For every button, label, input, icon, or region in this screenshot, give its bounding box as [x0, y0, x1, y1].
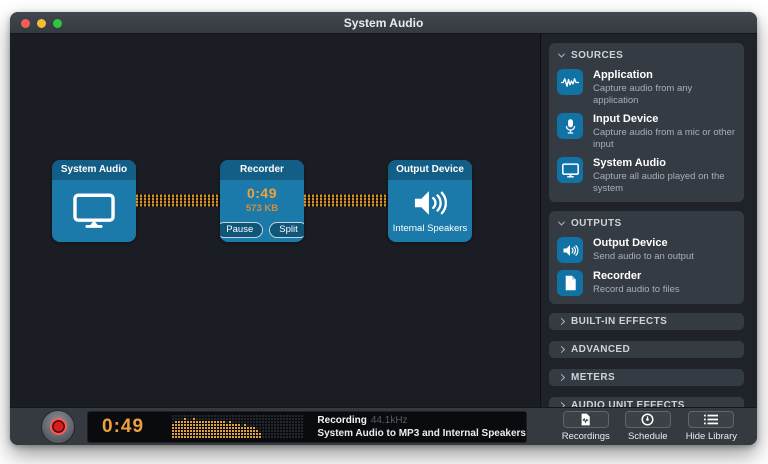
title-bar[interactable]: System Audio — [10, 12, 757, 34]
list-icon — [704, 414, 718, 425]
bottom-bar: 0:49 Recording 44.1kHz System Audio to MP… — [10, 407, 757, 445]
chevron-right-icon — [558, 318, 565, 325]
audio-connection-tape — [304, 194, 388, 207]
monitor-icon — [73, 193, 115, 229]
section-label: AUDIO UNIT EFFECTS — [571, 400, 685, 407]
chevron-right-icon — [558, 402, 565, 407]
sources-section: SOURCES Application Capture audio from a… — [549, 43, 744, 202]
item-title: Input Device — [593, 113, 736, 126]
pipeline-canvas[interactable]: System Audio Recorder 0:49 57 — [10, 34, 540, 407]
library-item-input-device[interactable]: Input Device Capture audio from a mic or… — [549, 110, 744, 154]
status-display: 0:49 Recording 44.1kHz System Audio to MP… — [87, 411, 527, 443]
recorder-block-title: Recorder — [220, 160, 304, 180]
recording-size: 573 KB — [246, 203, 278, 214]
library-item-output-device[interactable]: Output Device Send audio to an output — [549, 234, 744, 267]
pause-button[interactable]: Pause — [220, 222, 263, 238]
record-button[interactable] — [41, 410, 75, 444]
item-desc: Send audio to an output — [593, 251, 694, 263]
item-title: Output Device — [593, 237, 694, 250]
outputs-section: OUTPUTS Output Device Send audio to an — [549, 211, 744, 304]
source-block-title: System Audio — [52, 160, 136, 180]
section-meters[interactable]: METERS — [549, 369, 744, 386]
output-device-name: Internal Speakers — [393, 223, 467, 234]
recordings-action: Recordings — [562, 411, 610, 442]
recorder-block[interactable]: Recorder 0:49 573 KB Pause Split — [220, 160, 304, 242]
library-item-recorder[interactable]: Recorder Record audio to files — [549, 267, 744, 300]
item-title: Recorder — [593, 270, 680, 283]
recordings-icon — [580, 413, 591, 426]
output-block-title: Output Device — [388, 160, 472, 180]
hide-library-action: Hide Library — [686, 411, 737, 442]
split-button[interactable]: Split — [269, 222, 304, 238]
audio-connection-tape — [136, 194, 220, 207]
section-audio-unit-effects[interactable]: AUDIO UNIT EFFECTS — [549, 397, 744, 407]
section-label: METERS — [571, 372, 615, 383]
library-item-system-audio[interactable]: System Audio Capture all audio played on… — [549, 154, 744, 198]
status-label: Recording — [317, 415, 366, 426]
sources-section-header[interactable]: SOURCES — [549, 43, 744, 66]
item-desc: Capture audio from any application — [593, 83, 736, 106]
item-title: Application — [593, 69, 736, 82]
item-desc: Capture audio from a mic or other input — [593, 127, 736, 150]
schedule-label: Schedule — [628, 431, 668, 442]
chevron-down-icon — [558, 219, 565, 226]
sample-rate: 44.1kHz — [371, 415, 408, 426]
speaker-icon — [557, 237, 583, 263]
audio-level-meter — [172, 415, 303, 438]
monitor-icon — [557, 157, 583, 183]
chevron-down-icon — [558, 51, 565, 58]
record-icon — [50, 418, 67, 435]
library-sidebar: SOURCES Application Capture audio from a… — [540, 34, 757, 407]
item-desc: Capture all audio played on the system — [593, 171, 736, 194]
hide-library-label: Hide Library — [686, 431, 737, 442]
chevron-right-icon — [558, 374, 565, 381]
outputs-section-header[interactable]: OUTPUTS — [549, 211, 744, 234]
section-label: ADVANCED — [571, 344, 630, 355]
clock-icon — [641, 413, 654, 426]
recordings-label: Recordings — [562, 431, 610, 442]
recording-time: 0:49 — [247, 185, 277, 201]
schedule-action: Schedule — [625, 411, 671, 442]
sources-section-label: SOURCES — [571, 50, 623, 61]
section-label: BUILT-IN EFFECTS — [571, 316, 667, 327]
section-built-in-effects[interactable]: BUILT-IN EFFECTS — [549, 313, 744, 330]
source-block-system-audio[interactable]: System Audio — [52, 160, 136, 242]
speaker-icon — [411, 189, 449, 217]
waveform-icon — [557, 69, 583, 95]
library-item-application[interactable]: Application Capture audio from any appli… — [549, 66, 744, 110]
section-advanced[interactable]: ADVANCED — [549, 341, 744, 358]
output-block-device[interactable]: Output Device Internal Speakers — [388, 160, 472, 242]
outputs-section-label: OUTPUTS — [571, 218, 622, 229]
window-title: System Audio — [10, 12, 757, 34]
app-window: System Audio System Audio — [10, 12, 757, 445]
microphone-icon — [557, 113, 583, 139]
item-desc: Record audio to files — [593, 284, 680, 296]
recordings-button[interactable] — [563, 411, 609, 428]
chevron-right-icon — [558, 346, 565, 353]
document-icon — [557, 270, 583, 296]
item-title: System Audio — [593, 157, 736, 170]
schedule-button[interactable] — [625, 411, 671, 428]
hide-library-button[interactable] — [688, 411, 734, 428]
pipeline-summary: System Audio to MP3 and Internal Speaker… — [317, 427, 526, 440]
session-timer: 0:49 — [102, 416, 156, 438]
